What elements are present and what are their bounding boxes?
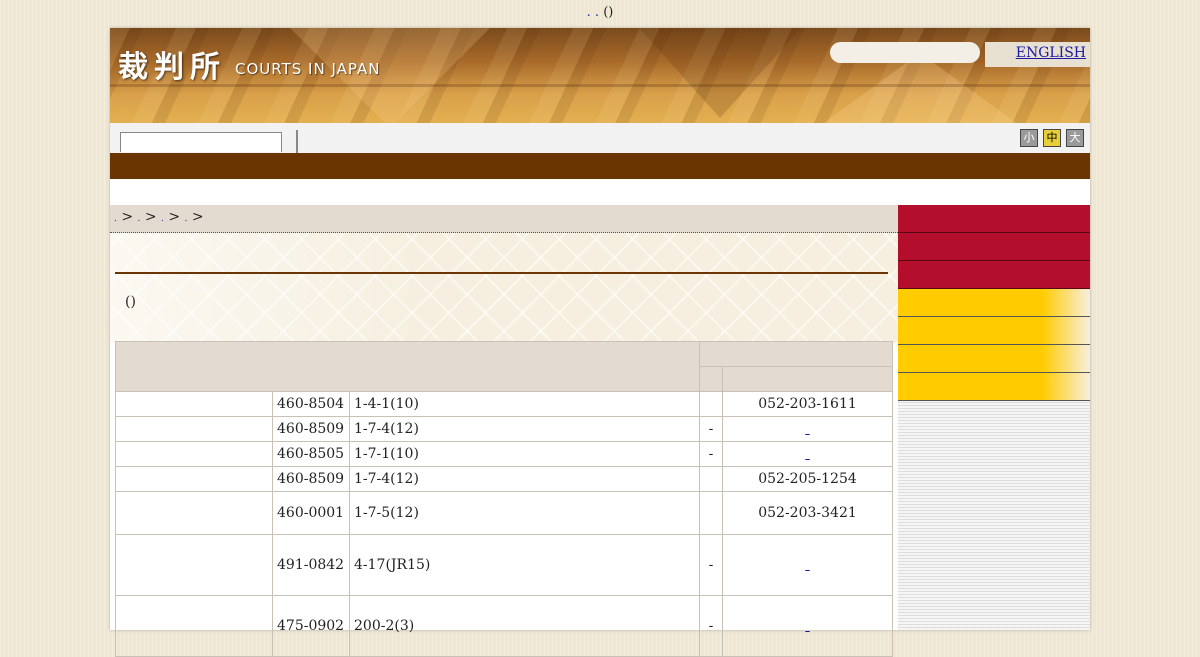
phone-cell [722, 441, 893, 467]
table-row: 460-8509 1-7-4(12) 052-205-1254 [115, 466, 893, 492]
site-logo[interactable]: 裁判所 [118, 42, 226, 86]
english-link-area: ENGLISH [985, 42, 1090, 67]
font-size-large-button[interactable]: 大 [1066, 129, 1084, 147]
court-name [115, 416, 273, 442]
sidebar-menu-red-3[interactable] [898, 261, 1090, 289]
sidebar-menu-yellow-2[interactable] [898, 317, 1090, 345]
phone-number: 052-205-1254 [722, 466, 893, 492]
header-decor [630, 28, 810, 118]
table-row: 460-0001 1-7-5(12) 052-203-3421 [115, 491, 893, 535]
table-row: 491-0842 4-17(JR15) - [115, 534, 893, 596]
address: 1-7-4(12) [349, 416, 700, 442]
site-logo-english[interactable]: COURTS IN JAPAN [235, 60, 380, 78]
phone-link[interactable] [779, 446, 837, 462]
sidebar-menu-red-2[interactable] [898, 233, 1090, 261]
postal-code: 491-0842 [272, 534, 350, 596]
address: 200-2(3) [349, 595, 700, 657]
table-header-contact [699, 341, 893, 367]
phone-link[interactable] [779, 421, 837, 437]
breadcrumb-link[interactable]: . [138, 214, 141, 224]
breadcrumb-link[interactable]: . [185, 214, 188, 224]
row-mark: - [699, 595, 723, 657]
address: 1-4-1(10) [349, 391, 700, 417]
postal-code: 460-8504 [272, 391, 350, 417]
row-mark [699, 466, 723, 492]
court-name [115, 491, 273, 535]
font-size-medium-button[interactable]: 中 [1043, 129, 1061, 147]
right-sidebar [898, 205, 1090, 630]
phone-link[interactable] [779, 618, 837, 634]
sidebar-menu-red-1[interactable] [898, 205, 1090, 233]
postal-code: 460-8509 [272, 416, 350, 442]
phone-cell [722, 595, 893, 657]
court-list-table: 460-8504 1-4-1(10) 052-203-1611 460-8509… [115, 341, 893, 657]
row-mark [699, 391, 723, 417]
table-header-sub [699, 366, 723, 392]
address: 1-7-1(10) [349, 441, 700, 467]
lead-text: () [125, 294, 136, 310]
breadcrumb-separator: > [121, 209, 134, 225]
address: 1-7-4(12) [349, 466, 700, 492]
search-input[interactable] [830, 42, 980, 63]
postal-code: 460-0001 [272, 491, 350, 535]
postal-code: 475-0902 [272, 595, 350, 657]
top-note-paren: () [603, 5, 614, 20]
font-size-small-button[interactable]: 小 [1020, 129, 1038, 147]
english-link[interactable]: ENGLISH [1016, 45, 1086, 61]
phone-number: 052-203-1611 [722, 391, 893, 417]
breadcrumb-separator: > [144, 209, 157, 225]
toolbar: 小 中 大 [110, 123, 1090, 153]
phone-number: 052-203-3421 [722, 491, 893, 535]
court-name [115, 441, 273, 467]
postal-code: 460-8509 [272, 466, 350, 492]
table-row: 460-8504 1-4-1(10) 052-203-1611 [115, 391, 893, 417]
breadcrumb-separator: > [168, 209, 181, 225]
table-row: 475-0902 200-2(3) - [115, 595, 893, 657]
address: 4-17(JR15) [349, 534, 700, 596]
breadcrumb: . > . > . > . > [110, 205, 898, 233]
row-mark: - [699, 416, 723, 442]
breadcrumb-link[interactable]: . [161, 214, 164, 224]
table-row: 460-8509 1-7-4(12) - [115, 416, 893, 442]
court-name [115, 466, 273, 492]
global-nav-bar[interactable] [110, 153, 1090, 179]
page-title-area [110, 233, 898, 343]
toolbar-input[interactable] [120, 132, 282, 152]
court-name [115, 534, 273, 596]
row-mark: - [699, 441, 723, 467]
phone-cell [722, 534, 893, 596]
sidebar-menu-yellow-4[interactable] [898, 373, 1090, 401]
title-underline [115, 272, 888, 274]
phone-link[interactable] [779, 557, 837, 573]
sidebar-menu-yellow-1[interactable] [898, 289, 1090, 317]
postal-code: 460-8505 [272, 441, 350, 467]
table-header-main [115, 341, 700, 392]
row-mark [699, 491, 723, 535]
court-name [115, 595, 273, 657]
sidebar-menu-yellow-3[interactable] [898, 345, 1090, 373]
phone-cell [722, 416, 893, 442]
breadcrumb-link[interactable]: . [114, 214, 117, 224]
court-name [115, 391, 273, 417]
address: 1-7-5(12) [349, 491, 700, 535]
table-row: 460-8505 1-7-1(10) - [115, 441, 893, 467]
toolbar-divider [296, 130, 298, 153]
page-container: 裁判所 COURTS IN JAPAN ENGLISH 小 中 大 . > . … [110, 28, 1090, 657]
site-header: 裁判所 COURTS IN JAPAN ENGLISH [110, 28, 1090, 123]
breadcrumb-separator: > [191, 209, 204, 225]
top-note-dots: . . [586, 5, 600, 20]
top-note: . . () [0, 5, 1200, 20]
table-header-phone [722, 366, 893, 392]
row-mark: - [699, 534, 723, 596]
table-body: 460-8504 1-4-1(10) 052-203-1611 460-8509… [115, 391, 893, 657]
header-band [110, 84, 1090, 87]
